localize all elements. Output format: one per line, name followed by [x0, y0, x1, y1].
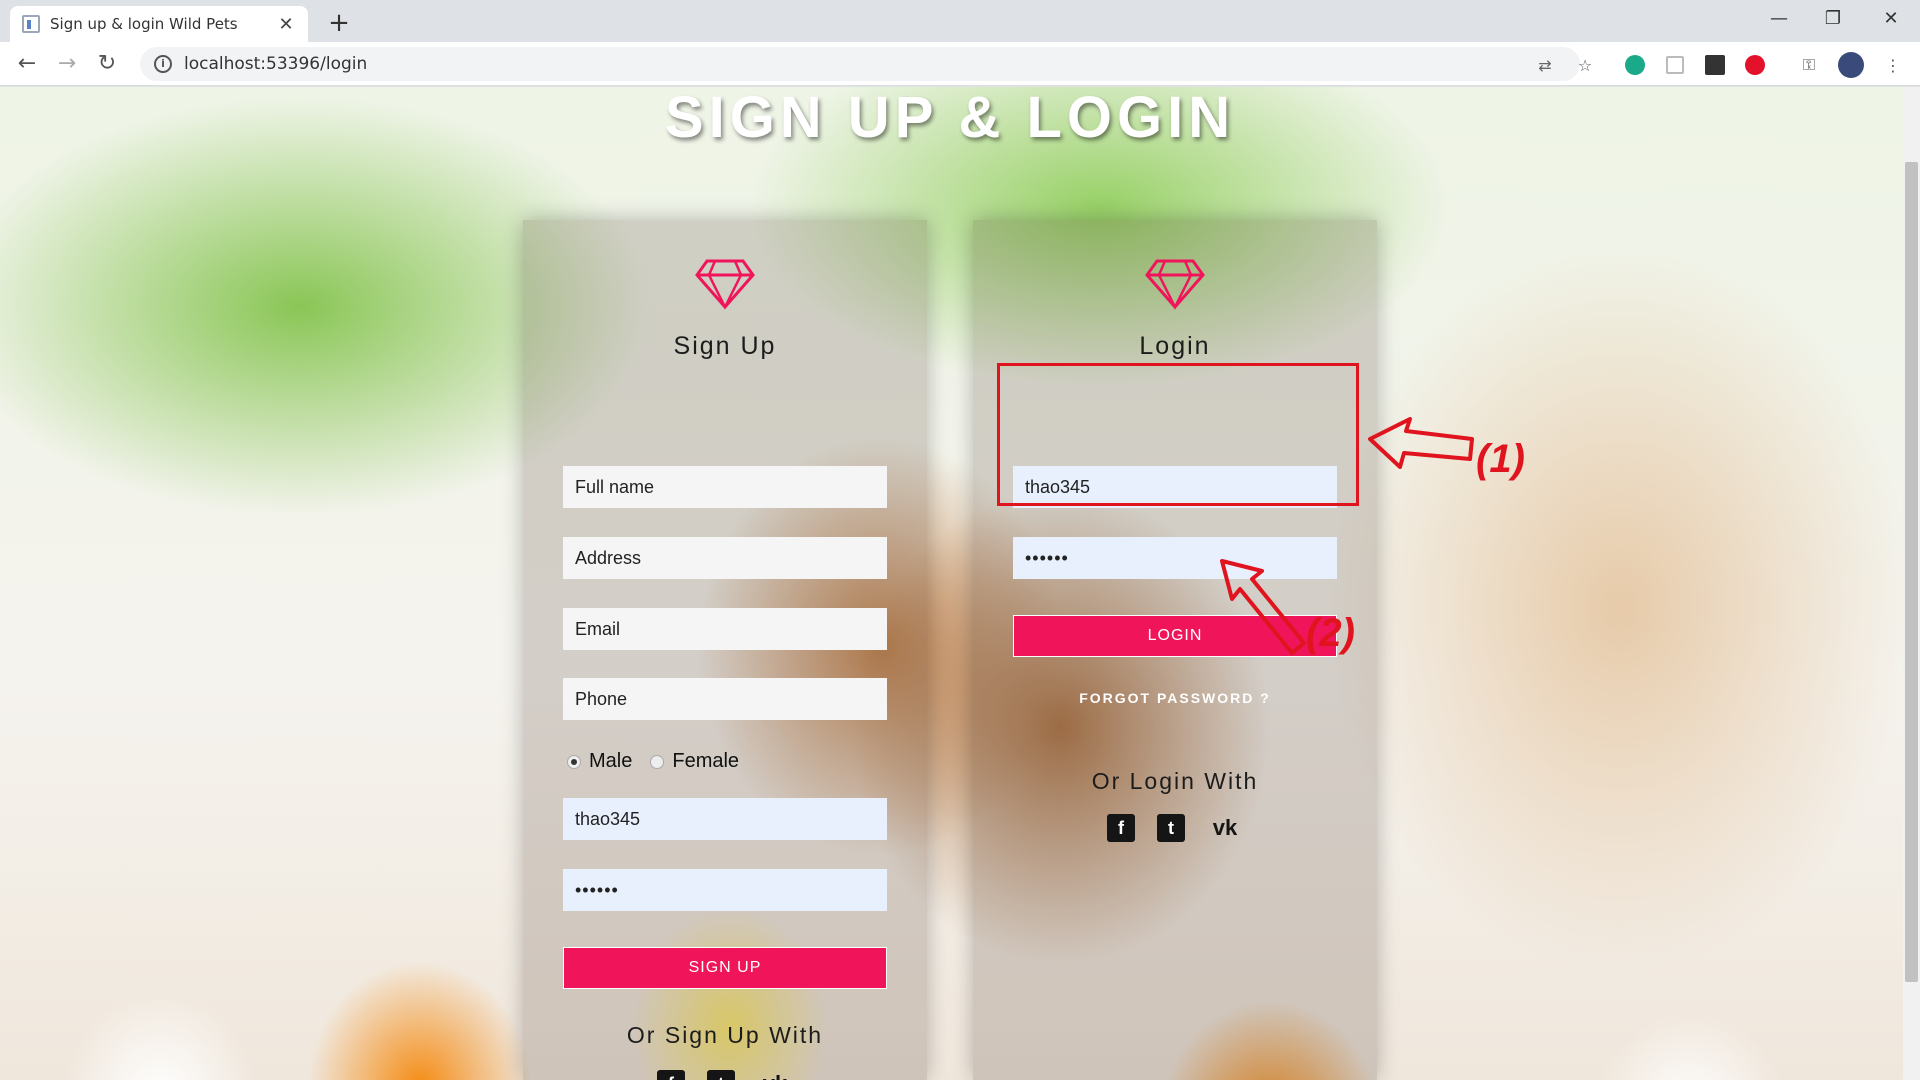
extension-icon[interactable]	[1702, 52, 1728, 78]
browser-toolbar: ← → ↻ i localhost:53396/login ⇄ ☆ ⚿ ⋮	[0, 42, 1920, 86]
translate-icon[interactable]: ⇄	[1532, 52, 1558, 78]
extension-icon[interactable]	[1622, 52, 1648, 78]
new-tab-button[interactable]: +	[324, 8, 354, 38]
scrollbar[interactable]	[1903, 87, 1920, 1080]
email-input[interactable]: Email	[563, 608, 887, 650]
login-social-heading: Or Login With	[1091, 768, 1259, 794]
gender-radio-group: Male Female	[567, 750, 739, 773]
full-name-input[interactable]: Full name	[563, 466, 887, 508]
maximize-button[interactable]: ❐	[1806, 0, 1860, 36]
page-title: SIGN UP & LOGIN	[664, 87, 1236, 150]
signup-username-input[interactable]: thao345	[563, 798, 887, 840]
scrollbar-thumb[interactable]	[1905, 162, 1918, 982]
signup-social-heading: Or Sign Up With	[626, 1022, 824, 1048]
key-icon[interactable]: ⚿	[1796, 52, 1822, 78]
minimize-button[interactable]: —	[1752, 0, 1806, 36]
close-tab-icon[interactable]: ✕	[276, 14, 296, 35]
facebook-icon[interactable]: f	[657, 1070, 685, 1080]
annotation-label-1: (1)	[1476, 437, 1525, 481]
female-label: Female	[672, 750, 740, 772]
reload-icon[interactable]: ↻	[92, 50, 122, 78]
avatar[interactable]	[1838, 52, 1864, 78]
site-info-icon[interactable]: i	[154, 55, 172, 73]
signup-social-links: f t vk	[523, 1070, 927, 1080]
signup-button[interactable]: SIGN UP	[563, 947, 887, 989]
signup-password-input[interactable]: ••••••	[563, 869, 887, 911]
tab-title: Sign up & login Wild Pets	[50, 15, 238, 33]
diamond-icon	[695, 259, 755, 310]
twitter-icon[interactable]: t	[707, 1070, 735, 1080]
page-icon	[22, 15, 40, 33]
extension-icon[interactable]	[1662, 52, 1688, 78]
female-radio[interactable]	[650, 754, 665, 769]
male-radio[interactable]	[567, 754, 581, 769]
vk-icon[interactable]: vk	[1207, 814, 1243, 842]
address-bar[interactable]: i localhost:53396/login	[140, 47, 1580, 81]
annotation-label-2: (2)	[1306, 611, 1355, 655]
twitter-icon[interactable]: t	[1157, 814, 1185, 842]
forward-icon[interactable]: →	[52, 50, 82, 78]
close-window-button[interactable]: ✕	[1864, 0, 1918, 36]
login-title: Login	[1139, 332, 1211, 360]
address-input[interactable]: Address	[563, 537, 887, 579]
annotation-arrow-2	[1220, 559, 1306, 655]
tab-active[interactable]: Sign up & login Wild Pets ✕	[10, 6, 308, 42]
url-text: localhost:53396/login	[184, 54, 368, 74]
opera-extension-icon[interactable]	[1742, 52, 1768, 78]
annotation-arrow-1	[1368, 417, 1474, 469]
page-viewport: SIGN UP & LOGIN Sign Up Full name Addres…	[0, 87, 1920, 1080]
signup-panel: Sign Up Full name Address Email Phone Ma…	[523, 220, 927, 1080]
phone-input[interactable]: Phone	[563, 678, 887, 720]
login-social-links: f t vk	[973, 814, 1377, 842]
forgot-password-link[interactable]: FORGOT PASSWORD ?	[973, 690, 1377, 706]
signup-title: Sign Up	[673, 332, 777, 360]
male-label: Male	[589, 750, 633, 772]
menu-icon[interactable]: ⋮	[1880, 52, 1906, 78]
facebook-icon[interactable]: f	[1107, 814, 1135, 842]
tab-strip: Sign up & login Wild Pets ✕ + — ❐ ✕	[0, 0, 1920, 42]
vk-icon[interactable]: vk	[757, 1070, 793, 1080]
back-icon[interactable]: ←	[12, 50, 42, 78]
annotation-highlight-box	[997, 363, 1359, 506]
diamond-icon	[1145, 259, 1205, 310]
bookmark-star-icon[interactable]: ☆	[1572, 52, 1598, 78]
